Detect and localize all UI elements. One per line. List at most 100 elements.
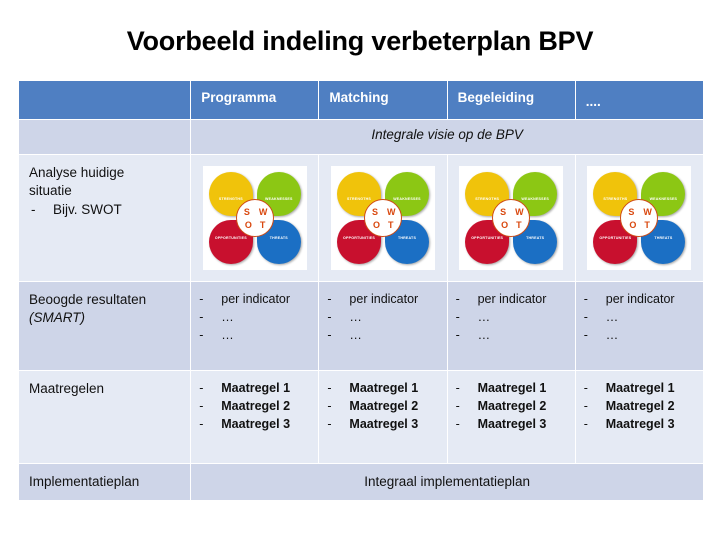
column-header-programma[interactable]: Programma <box>190 80 320 120</box>
swot-center-circle: S W O T <box>492 199 531 237</box>
list-item: - Maatregel 1 <box>456 379 571 397</box>
bullet-dash: - <box>583 328 588 343</box>
bullet-dash: - <box>583 381 588 395</box>
swot-petal-label: THREATS <box>526 236 545 240</box>
list-item-text: Maatregel 3 <box>605 417 675 432</box>
bullet-dash: - <box>583 292 588 306</box>
column-header-overige[interactable]: .... <box>574 80 705 120</box>
maatregelen-cell-begeleiding[interactable]: - Maatregel 1 - Maatregel 2 - Maatregel 3 <box>446 370 576 464</box>
swot-diagram: STRENGTHS WEAKNESSES OPPORTUNITIES THREA… <box>587 166 692 270</box>
swot-letter-s: S <box>500 207 507 217</box>
list-item-text: per indicator <box>221 292 291 306</box>
bullet-dash: - <box>455 328 460 343</box>
list-item-text: … <box>349 310 362 325</box>
table-row-resultaten: Beoogde resultaten (SMART) - per indicato… <box>17 281 705 371</box>
list-item: - Maatregel 1 <box>327 379 442 397</box>
swot-letter-o: O <box>629 220 637 230</box>
maatregelen-cell-matching[interactable]: - Maatregel 1 - Maatregel 2 - Maatregel 3 <box>318 370 448 464</box>
list-item: -… <box>584 326 699 344</box>
maatregelen-cell-programma[interactable]: - Maatregel 1 - Maatregel 2 - Maatregel 3 <box>190 370 320 464</box>
list-item: - Maatregel 1 <box>584 379 699 397</box>
list-item: - per indicator <box>584 290 699 308</box>
list-item: -… <box>199 308 314 326</box>
maatregelen-cell-overige[interactable]: - Maatregel 1 - Maatregel 2 - Maatregel 3 <box>574 370 705 464</box>
column-header-begeleiding[interactable]: Begeleiding <box>446 80 576 120</box>
resultaten-cell-programma[interactable]: - per indicator -… -… <box>190 281 320 371</box>
swot-letter-o: O <box>244 220 252 230</box>
list-item-text: Maatregel 2 <box>477 399 547 414</box>
row-label-line1: Beoogde resultaten <box>29 292 147 307</box>
bullet-dash: - <box>455 310 460 325</box>
swot-petal-label: THREATS <box>269 236 288 240</box>
swot-letter-w: W <box>515 207 524 217</box>
bullet-dash: - <box>455 417 460 432</box>
list-item-text: … <box>221 328 234 343</box>
row-label-resultaten: Beoogde resultaten (SMART) <box>17 281 192 371</box>
row-label-line2: situatie <box>29 182 72 198</box>
swot-diagram: STRENGTHS WEAKNESSES OPPORTUNITIES THREA… <box>202 166 307 270</box>
swot-cell-begeleiding[interactable]: STRENGTHS WEAKNESSES OPPORTUNITIES THREA… <box>446 154 576 282</box>
list-item-text: … <box>221 310 234 325</box>
page-title: Voorbeeld indeling verbeterplan BPV <box>126 26 594 56</box>
verbeterplan-table: Programma Matching Begeleiding .... Inte… <box>17 80 705 501</box>
column-header-label: .... <box>585 94 601 109</box>
column-header-matching[interactable]: Matching <box>318 80 448 120</box>
bullet-dash: - <box>199 310 204 325</box>
table-row-maatregelen: Maatregelen - Maatregel 1 - Maatregel 2 - M… <box>17 370 705 464</box>
table-header-row: Programma Matching Begeleiding .... <box>17 80 705 120</box>
row-label-line1: Maatregelen <box>29 381 105 396</box>
swot-petal-label: OPPORTUNITIES <box>343 236 375 240</box>
swot-petal-label: OPPORTUNITIES <box>214 236 247 240</box>
swot-letter-s: S <box>372 207 379 217</box>
swot-petal-label: THREATS <box>654 236 673 240</box>
bullet-dash: - <box>31 201 36 217</box>
bullet-dash: - <box>327 310 332 325</box>
table-row-implementatie: Implementatieplan Integraal implementati… <box>17 463 704 501</box>
list-item-text: Maatregel 3 <box>221 417 291 432</box>
swot-letter-s: S <box>628 207 635 217</box>
bullet-dash: - <box>455 292 460 306</box>
bullet-dash: - <box>199 399 204 414</box>
list-item-text: Maatregel 1 <box>221 381 291 395</box>
bullet-text: Bijv. SWOT <box>53 201 122 217</box>
swot-cell-programma[interactable]: STRENGTHS WEAKNESSES OPPORTUNITIES THREA… <box>190 154 320 282</box>
bullet-dash: - <box>199 417 204 432</box>
swot-letter-o: O <box>501 220 509 230</box>
list-item: -… <box>456 308 571 326</box>
list-item: - Maatregel 1 <box>199 379 314 397</box>
list-item: - Maatregel 2 <box>199 397 314 415</box>
list-item: - per indicator <box>199 290 314 308</box>
column-header-label: Programma <box>201 90 277 105</box>
list-item-text: … <box>477 328 491 343</box>
swot-diagram: STRENGTHS WEAKNESSES OPPORTUNITIES THREA… <box>459 166 564 270</box>
list-item: -… <box>456 326 571 344</box>
bullet-dash: - <box>583 399 588 414</box>
header-corner-cell <box>17 80 192 120</box>
list-item-text: per indicator <box>605 292 675 306</box>
list-item: - per indicator <box>456 290 571 308</box>
row-label-line1: Analyse huidige <box>29 165 125 180</box>
resultaten-cell-matching[interactable]: - per indicator - … - … <box>318 281 448 371</box>
list-item: - per indicator <box>327 290 442 308</box>
list-item-text: … <box>605 310 619 325</box>
list-item-text: … <box>349 328 362 343</box>
bullet-dash: - <box>327 292 332 306</box>
list-item-text: Maatregel 1 <box>349 381 419 395</box>
bullet-dash: - <box>199 328 204 343</box>
swot-diagram: STRENGTHS WEAKNESSES OPPORTUNITIES THREA… <box>331 166 435 270</box>
resultaten-cell-begeleiding[interactable]: - per indicator -… -… <box>446 281 576 371</box>
swot-cell-matching[interactable]: STRENGTHS WEAKNESSES OPPORTUNITIES THREA… <box>318 154 448 282</box>
swot-center-circle: S W O T <box>364 199 402 237</box>
swot-letter-o: O <box>373 220 381 230</box>
swot-cell-overige[interactable]: STRENGTHS WEAKNESSES OPPORTUNITIES THREA… <box>574 154 705 282</box>
integraal-implementatieplan-text: Integraal implementatieplan <box>364 474 531 489</box>
list-item: - Maatregel 3 <box>327 415 442 433</box>
resultaten-cell-overige[interactable]: - per indicator -… -… <box>574 281 705 371</box>
row-label-implementatieplan: Implementatieplan <box>17 463 192 501</box>
swot-letter-t: T <box>388 220 394 230</box>
swot-petal-label: OPPORTUNITIES <box>471 236 504 240</box>
swot-letter-w: W <box>258 207 268 217</box>
list-item-text: per indicator <box>477 292 547 306</box>
list-item: - Maatregel 2 <box>584 397 699 415</box>
swot-letter-w: W <box>387 207 396 217</box>
